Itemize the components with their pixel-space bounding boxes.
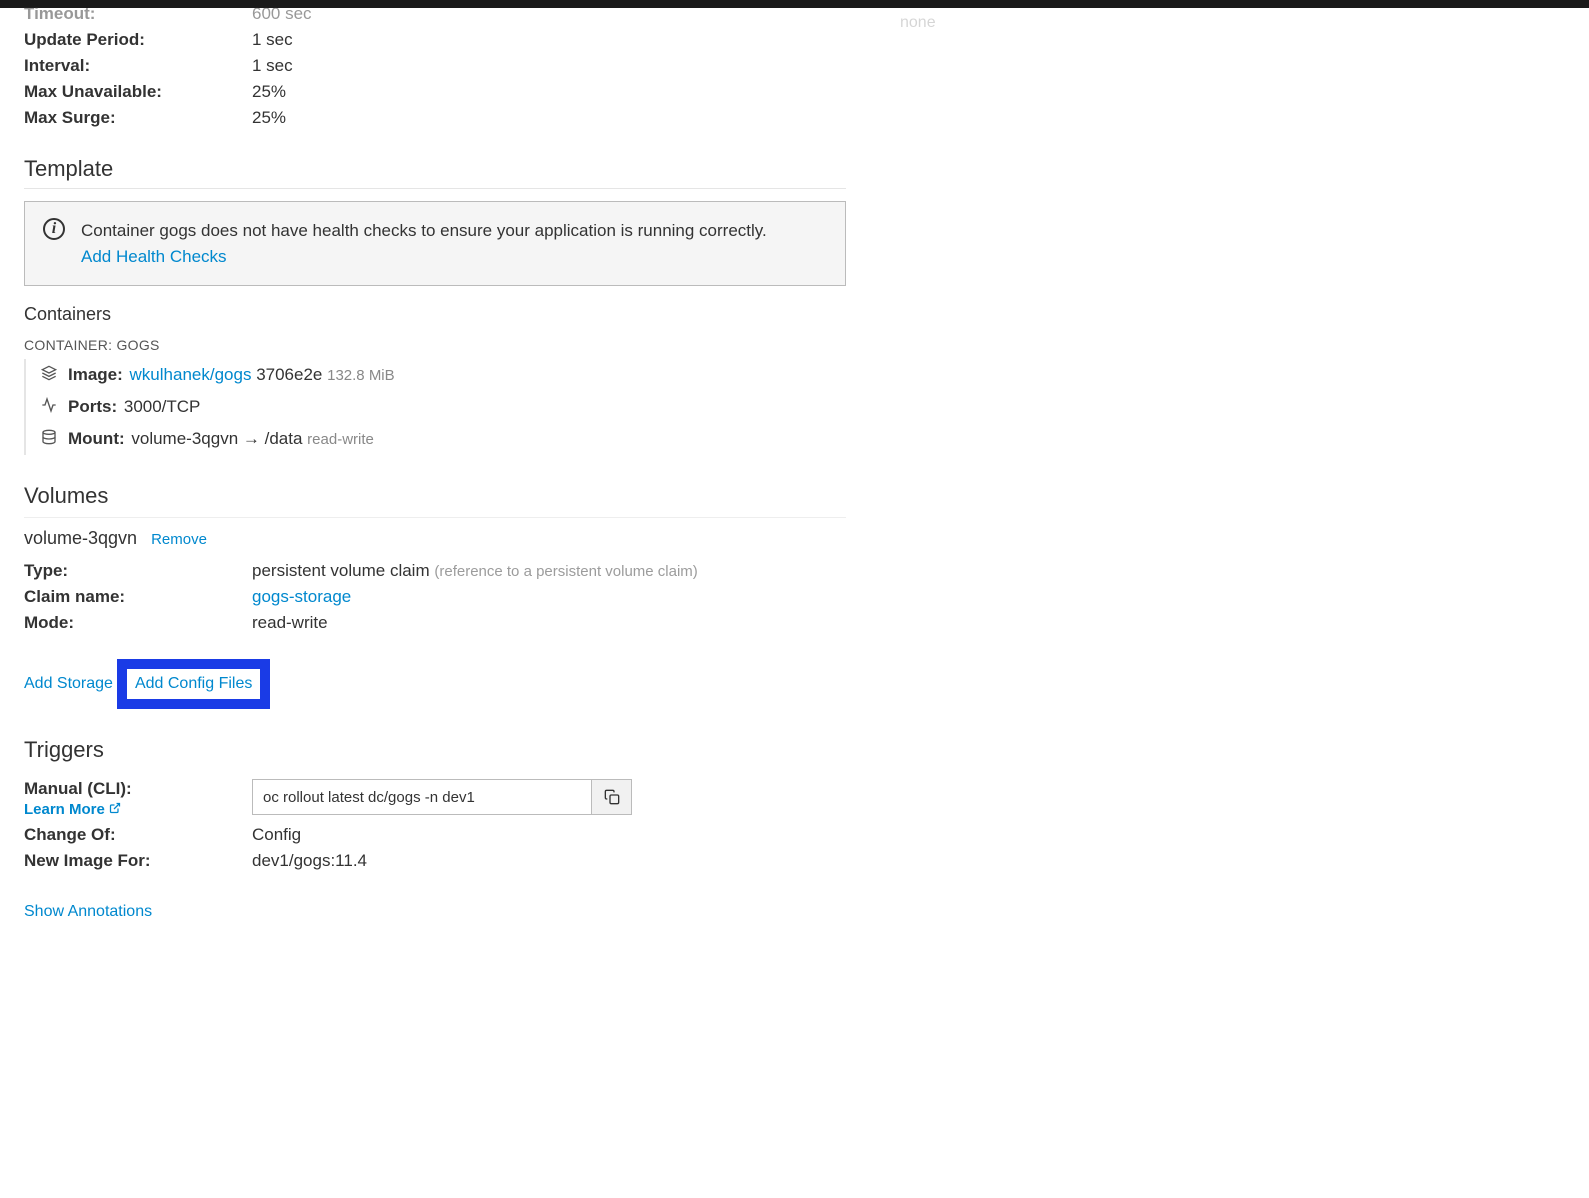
trigger-change-of-label: Change Of:: [24, 825, 252, 845]
volume-type-value: persistent volume claim: [252, 561, 430, 580]
ports-label: Ports:: [68, 397, 117, 416]
add-storage-link[interactable]: Add Storage: [24, 675, 113, 693]
add-config-files-highlight: Add Config Files: [117, 659, 270, 709]
strategy-update-period-row: Update Period: 1 sec: [24, 30, 846, 50]
volume-type-label: Type:: [24, 561, 252, 581]
external-link-icon: [109, 802, 121, 817]
template-heading: Template: [24, 156, 846, 189]
copy-button[interactable]: [591, 780, 631, 814]
strategy-max-surge-row: Max Surge: 25%: [24, 108, 846, 128]
add-health-checks-link[interactable]: Add Health Checks: [81, 247, 227, 266]
mount-mode: read-write: [307, 431, 374, 448]
volumes-heading: Volumes: [24, 483, 846, 518]
container-image-row: Image: wkulhanek/gogs 3706e2e 132.8 MiB: [40, 359, 846, 391]
container-ports-row: Ports: 3000/TCP: [40, 391, 846, 423]
cli-command-box: oc rollout latest dc/gogs -n dev1: [252, 779, 632, 815]
ports-value: 3000/TCP: [124, 397, 201, 416]
volume-remove-link[interactable]: Remove: [151, 531, 207, 548]
learn-more-text: Learn More: [24, 801, 105, 818]
trigger-new-image-label: New Image For:: [24, 851, 252, 871]
storage-links-row: Add Storage Add Config Files: [24, 659, 846, 709]
image-size: 132.8 MiB: [327, 367, 395, 384]
volume-claim-row: Claim name: gogs-storage: [24, 587, 846, 607]
strategy-update-period-label: Update Period:: [24, 30, 252, 50]
mount-arrow: →: [243, 429, 260, 448]
activity-icon: [40, 397, 58, 417]
volume-claim-label: Claim name:: [24, 587, 252, 607]
container-mount-row: Mount: volume-3qgvn → /data read-write: [40, 423, 846, 455]
strategy-update-period-value: 1 sec: [252, 30, 846, 50]
info-icon: i: [43, 218, 65, 240]
strategy-timeout-label: Timeout:: [24, 4, 252, 24]
health-check-warning-text: Container gogs does not have health chec…: [81, 221, 767, 240]
strategy-max-unavailable-value: 25%: [252, 82, 846, 102]
trigger-change-of-row: Change Of: Config: [24, 825, 846, 845]
volume-type-hint: (reference to a persistent volume claim): [434, 563, 697, 580]
strategy-max-unavailable-label: Max Unavailable:: [24, 82, 252, 102]
volume-name: volume-3qgvn: [24, 528, 137, 549]
strategy-max-surge-value: 25%: [252, 108, 846, 128]
health-check-callout: i Container gogs does not have health ch…: [24, 201, 846, 286]
trigger-manual-label: Manual (CLI):: [24, 779, 252, 799]
volume-mode-label: Mode:: [24, 613, 252, 633]
mount-path: /data: [265, 429, 303, 448]
strategy-interval-label: Interval:: [24, 56, 252, 76]
strategy-timeout-row: Timeout: 600 sec: [24, 4, 846, 24]
image-sha: 3706e2e: [256, 365, 322, 384]
main-content: Timeout: 600 sec Update Period: 1 sec In…: [0, 4, 870, 961]
trigger-new-image-row: New Image For: dev1/gogs:11.4: [24, 851, 846, 871]
containers-heading: Containers: [24, 304, 846, 325]
volume-type-row: Type: persistent volume claim (reference…: [24, 561, 846, 581]
image-label: Image:: [68, 365, 123, 384]
strategy-max-unavailable-row: Max Unavailable: 25%: [24, 82, 846, 102]
right-col-stub: none: [900, 14, 936, 32]
show-annotations-link[interactable]: Show Annotations: [24, 903, 152, 921]
layers-icon: [40, 365, 58, 385]
container-detail: Image: wkulhanek/gogs 3706e2e 132.8 MiB …: [24, 359, 846, 455]
strategy-timeout-value: 600 sec: [252, 4, 846, 24]
image-link[interactable]: wkulhanek/gogs: [130, 365, 252, 384]
trigger-manual-row: Manual (CLI): Learn More oc rollout late…: [24, 779, 846, 819]
mount-label: Mount:: [68, 429, 125, 448]
add-config-files-link[interactable]: Add Config Files: [135, 675, 252, 692]
volume-mode-row: Mode: read-write: [24, 613, 846, 633]
strategy-interval-value: 1 sec: [252, 56, 846, 76]
volume-header-row: volume-3qgvn Remove: [24, 528, 846, 549]
trigger-new-image-value: dev1/gogs:11.4: [252, 851, 846, 871]
strategy-interval-row: Interval: 1 sec: [24, 56, 846, 76]
container-name-label: CONTAINER: GOGS: [24, 337, 846, 353]
strategy-max-surge-label: Max Surge:: [24, 108, 252, 128]
trigger-change-of-value: Config: [252, 825, 846, 845]
learn-more-link[interactable]: Learn More: [24, 801, 121, 818]
mount-volume: volume-3qgvn: [131, 429, 238, 448]
volume-mode-value: read-write: [252, 613, 846, 633]
volume-claim-link[interactable]: gogs-storage: [252, 587, 351, 606]
database-icon: [40, 429, 58, 449]
triggers-heading: Triggers: [24, 737, 846, 769]
cli-command-text: oc rollout latest dc/gogs -n dev1: [253, 780, 591, 814]
